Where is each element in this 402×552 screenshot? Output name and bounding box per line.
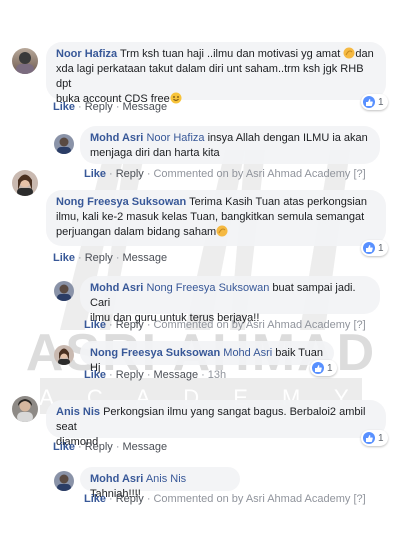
reaction-count[interactable]: 1 — [310, 360, 337, 376]
reply-link[interactable]: Reply — [116, 168, 144, 180]
comment-bubble: Nong Freesya Suksowan Mohd Asri baik Tua… — [80, 341, 334, 374]
reaction-number: 1 — [378, 432, 384, 444]
reaction-number: 1 — [378, 242, 384, 254]
like-reaction-icon — [363, 242, 375, 254]
mention-link[interactable]: Nong Freesya Suksowan — [146, 282, 269, 294]
comment-author[interactable]: Mohd Asri — [90, 282, 143, 294]
comment-author[interactable]: Mohd Asri — [90, 473, 143, 485]
avatar[interactable] — [12, 396, 38, 422]
like-reaction-icon — [312, 362, 324, 374]
comment-bubble: Mohd Asri Noor Hafiza insya Allah dengan… — [80, 126, 380, 164]
comment-author[interactable]: Nong Freesya Suksowan — [90, 347, 220, 359]
help-bracket[interactable]: [?] — [353, 319, 365, 331]
commented-on-by: Commented on by Asri Ahmad Academy — [153, 319, 351, 331]
like-reaction-icon — [363, 96, 375, 108]
reaction-number: 1 — [378, 96, 384, 108]
mention-link[interactable]: Noor Hafiza — [146, 132, 204, 144]
like-link[interactable]: Like — [53, 252, 75, 264]
like-link[interactable]: Like — [84, 168, 106, 180]
commented-on-by: Commented on by Asri Ahmad Academy — [153, 168, 351, 180]
help-bracket[interactable]: [?] — [353, 493, 365, 505]
flexed-biceps-emoji-icon — [216, 225, 228, 237]
message-link[interactable]: Message — [153, 369, 198, 381]
mention-link[interactable]: Mohd Asri — [223, 347, 272, 359]
reaction-count[interactable]: 1 — [361, 94, 388, 110]
reply-link[interactable]: Reply — [85, 252, 113, 264]
comment-actions: Like · Reply · Message · 13h — [84, 369, 227, 381]
comment-bubble: Noor Hafiza Trm ksh tuan haji ..ilmu dan… — [46, 42, 386, 105]
comment-author[interactable]: Noor Hafiza — [56, 48, 117, 60]
commented-on-by: Commented on by Asri Ahmad Academy — [153, 493, 351, 505]
reaction-count[interactable]: 1 — [361, 430, 388, 446]
like-link[interactable]: Like — [53, 101, 75, 113]
reaction-count[interactable]: 1 — [361, 240, 388, 256]
comment-actions: Like · Reply · Commented on by Asri Ahmad Ac… — [84, 168, 366, 180]
avatar[interactable] — [54, 345, 74, 365]
smile-emoji-icon — [170, 92, 182, 104]
comment-bubble: Mohd Asri Anis Nis Tahniah!!!! — [80, 467, 240, 500]
comment-bubble: Anis Nis Perkongsian ilmu yang sangat ba… — [46, 400, 386, 448]
comment-actions: Like · Reply · Commented on by Asri Ahmad Ac… — [84, 493, 366, 505]
avatar[interactable] — [54, 281, 74, 301]
like-link[interactable]: Like — [84, 319, 106, 331]
reply-link[interactable]: Reply — [116, 319, 144, 331]
avatar[interactable] — [12, 48, 38, 74]
comment-bubble: Mohd Asri Nong Freesya Suksowan buat sam… — [80, 276, 380, 324]
reply-link[interactable]: Reply — [85, 101, 113, 113]
comment-actions: Like · Reply · Commented on by Asri Ahmad Ac… — [84, 319, 366, 331]
reply-link[interactable]: Reply — [116, 369, 144, 381]
reply-link[interactable]: Reply — [85, 441, 113, 453]
comment-actions: Like · Reply · Message — [53, 252, 168, 264]
reaction-number: 1 — [327, 362, 333, 374]
like-link[interactable]: Like — [84, 369, 106, 381]
avatar[interactable] — [54, 471, 74, 491]
timestamp[interactable]: 13h — [208, 369, 226, 381]
avatar[interactable] — [12, 170, 38, 196]
avatar[interactable] — [54, 134, 74, 154]
comment-author[interactable]: Anis Nis — [56, 406, 100, 418]
message-link[interactable]: Message — [122, 441, 167, 453]
like-reaction-icon — [363, 432, 375, 444]
flexed-biceps-emoji-icon — [343, 47, 355, 59]
reply-link[interactable]: Reply — [116, 493, 144, 505]
mention-link[interactable]: Anis Nis — [146, 473, 186, 485]
like-link[interactable]: Like — [84, 493, 106, 505]
comment-actions: Like · Reply · Message — [53, 441, 168, 453]
comment-actions: Like · Reply · Message — [53, 101, 168, 113]
comment-bubble: Nong Freesya Suksowan Terima Kasih Tuan … — [46, 190, 386, 246]
message-link[interactable]: Message — [122, 101, 167, 113]
like-link[interactable]: Like — [53, 441, 75, 453]
help-bracket[interactable]: [?] — [353, 168, 365, 180]
message-link[interactable]: Message — [122, 252, 167, 264]
comment-author[interactable]: Nong Freesya Suksowan — [56, 196, 186, 208]
comment-author[interactable]: Mohd Asri — [90, 132, 143, 144]
